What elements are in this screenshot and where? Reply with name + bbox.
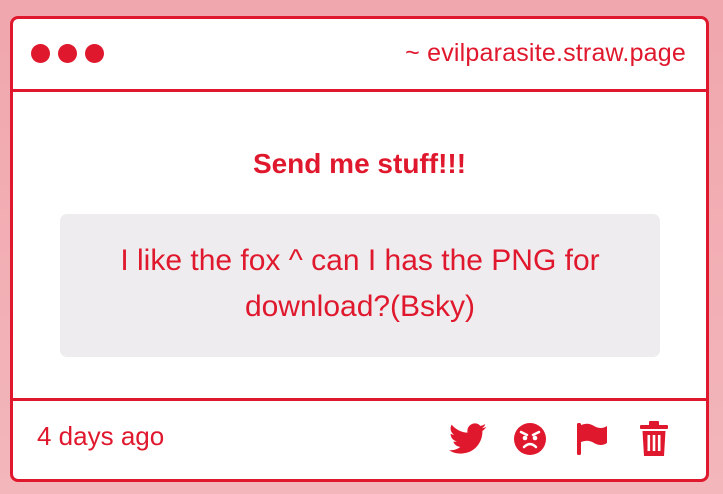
react-angry-button[interactable] xyxy=(510,419,550,459)
window-dot xyxy=(85,44,104,63)
message-box: I like the fox ^ can I has the PNG for d… xyxy=(60,214,660,357)
twitter-icon xyxy=(449,423,487,455)
angry-face-icon xyxy=(513,422,547,456)
message-text: I like the fox ^ can I has the PNG for d… xyxy=(120,244,600,323)
window-dot xyxy=(31,44,50,63)
report-button[interactable] xyxy=(572,419,612,459)
share-twitter-button[interactable] xyxy=(448,419,488,459)
timestamp: 4 days ago xyxy=(37,421,165,451)
delete-button[interactable] xyxy=(634,419,674,459)
prompt-title: Send me stuff!!! xyxy=(252,148,467,179)
card-content: Send me stuff!!! I like the fox ^ can I … xyxy=(13,92,706,403)
message-card: ~ evilparasite.straw.page Send me stuff!… xyxy=(10,16,709,482)
card-footer: 4 days ago xyxy=(13,398,706,479)
trash-icon xyxy=(639,421,669,457)
site-domain[interactable]: ~ evilparasite.straw.page xyxy=(405,39,686,68)
window-dot xyxy=(58,44,77,63)
window-dots xyxy=(31,44,104,63)
flag-icon xyxy=(575,421,609,457)
window-titlebar: ~ evilparasite.straw.page xyxy=(13,19,706,92)
action-bar xyxy=(448,419,674,459)
